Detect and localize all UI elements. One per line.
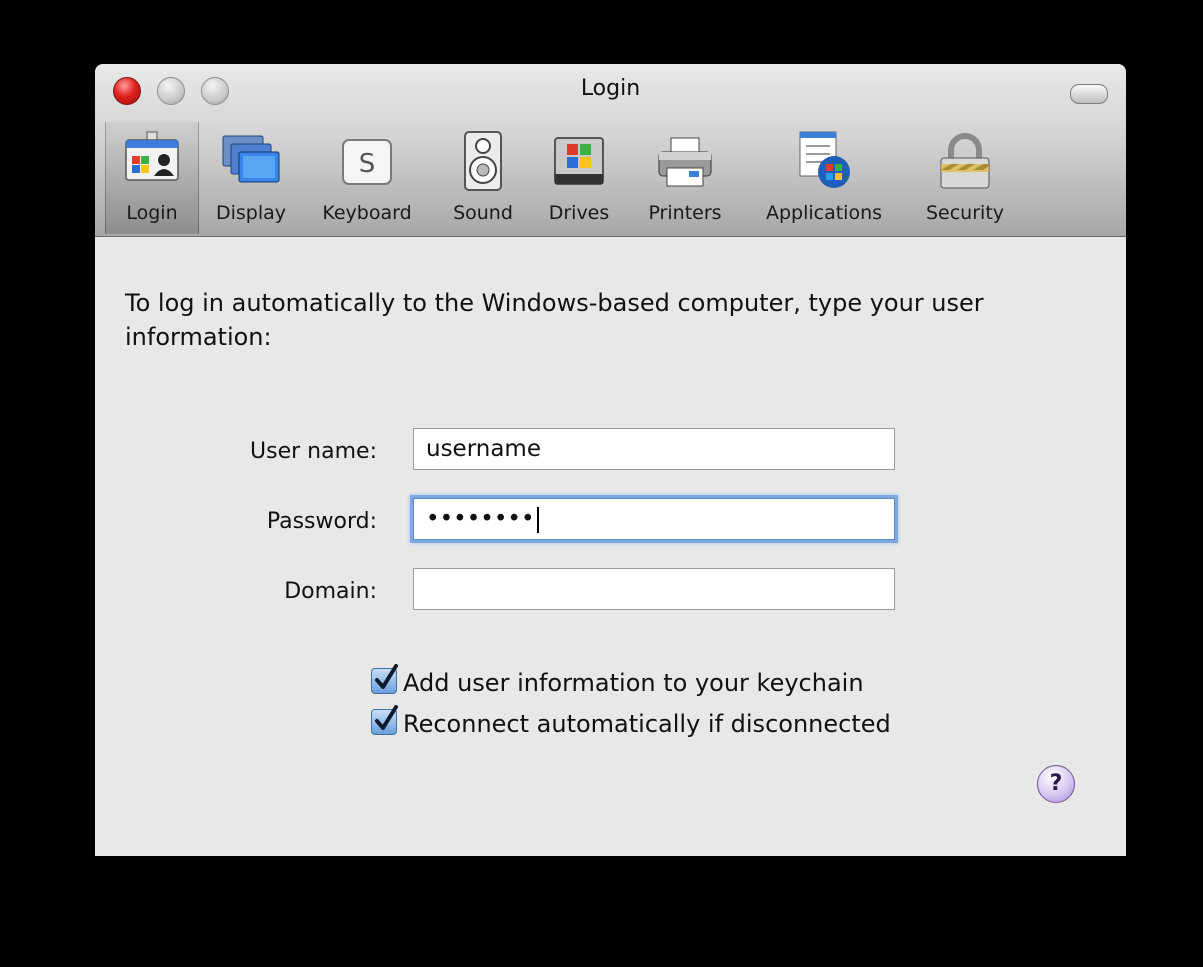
toolbar-label: Sound (453, 202, 513, 224)
password-field[interactable]: •••••••• (413, 498, 895, 540)
login-card-icon (125, 131, 179, 181)
password-label: Password: (266, 509, 377, 534)
title-bar: Login Login Display S Keyboard Sound Dri… (95, 64, 1126, 237)
padlock-icon (940, 133, 990, 189)
toolbar-label: Display (215, 202, 287, 224)
toolbar-toggle-button[interactable] (1070, 84, 1108, 104)
keyboard-key-letter: S (359, 149, 376, 179)
speaker-icon (464, 131, 502, 191)
applications-icon (799, 131, 850, 188)
reconnect-checkbox[interactable] (371, 705, 398, 735)
keyboard-key-icon: S (342, 139, 392, 185)
drive-icon (554, 137, 604, 185)
toolbar-item-drives[interactable]: Drives (535, 122, 623, 234)
help-button[interactable]: ? (1037, 765, 1075, 803)
toolbar-item-display[interactable]: Display (203, 122, 299, 234)
username-field[interactable]: username (413, 428, 895, 470)
password-value: •••••••• (426, 506, 535, 532)
intro-text: To log in automatically to the Windows-b… (125, 289, 984, 351)
toolbar-label: Keyboard (322, 202, 412, 224)
domain-label: Domain: (284, 579, 377, 604)
username-label: User name: (250, 439, 377, 464)
toolbar-item-printers[interactable]: Printers (631, 122, 739, 234)
login-window: Login Login Display S Keyboard Sound Dri… (95, 64, 1126, 856)
toolbar-label: Printers (648, 202, 722, 224)
toolbar-item-sound[interactable]: Sound (437, 122, 529, 234)
toolbar-label: Applications (765, 202, 883, 224)
toolbar-label: Security (925, 202, 1005, 224)
toolbar-item-keyboard[interactable]: S Keyboard (305, 122, 429, 234)
reconnect-checkbox-label: Reconnect automatically if disconnected (403, 710, 891, 738)
toolbar-item-applications[interactable]: Applications (749, 122, 899, 234)
keychain-checkbox-row[interactable]: Add user information to your keychain (371, 664, 864, 697)
toolbar-item-security[interactable]: Security (907, 122, 1023, 234)
keychain-checkbox-label: Add user information to your keychain (403, 669, 864, 697)
text-caret (536, 506, 539, 533)
toolbar-label: Drives (548, 202, 610, 224)
window-title: Login (580, 76, 641, 101)
domain-field[interactable] (413, 568, 895, 610)
checkmark-icon (375, 705, 398, 730)
display-icon (222, 135, 280, 183)
reconnect-checkbox-row[interactable]: Reconnect automatically if disconnected (371, 705, 891, 738)
checkmark-icon (375, 664, 398, 689)
printer-icon (658, 137, 712, 187)
login-pane: To log in automatically to the Windows-b… (95, 237, 1126, 856)
toolbar-label: Login (126, 202, 178, 224)
keychain-checkbox[interactable] (371, 664, 398, 694)
toolbar-item-login[interactable]: Login (105, 122, 199, 234)
username-value: username (426, 436, 541, 462)
